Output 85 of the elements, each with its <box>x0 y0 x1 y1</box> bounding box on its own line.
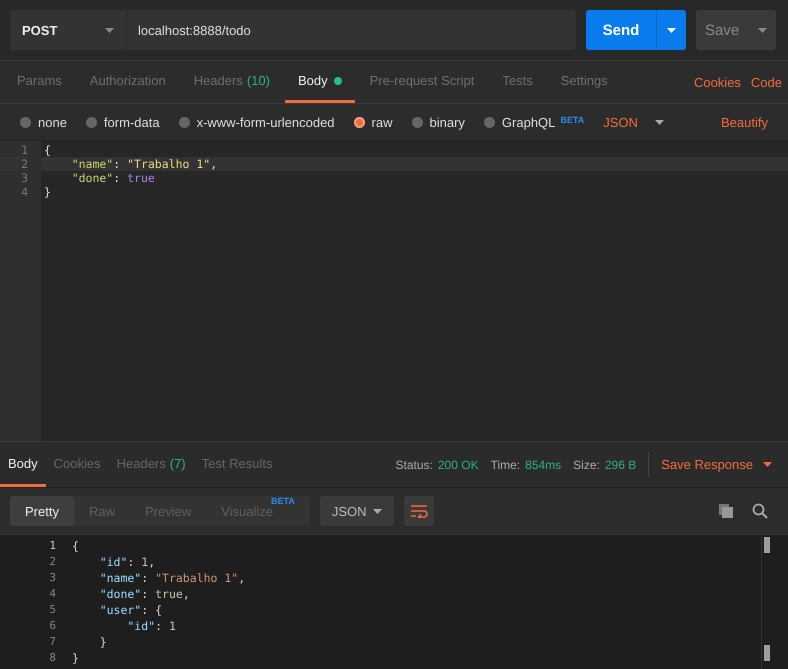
code-token: } <box>44 185 51 199</box>
line-number: 2 <box>0 157 28 171</box>
code-token: "done" <box>70 171 114 185</box>
code-token: , <box>210 157 218 171</box>
stat-value: 200 OK <box>438 458 479 472</box>
code-token: : <box>155 619 164 633</box>
code-token: } <box>98 635 107 649</box>
code-token: : { <box>141 603 162 617</box>
caret-icon <box>763 462 772 467</box>
method-dropdown[interactable]: POST <box>10 10 126 50</box>
code-token: : <box>127 555 136 569</box>
request-tab[interactable]: Pre-request Script <box>356 61 488 103</box>
line-number: 8 <box>48 650 56 666</box>
request-tab[interactable]: Body <box>284 61 355 103</box>
code-token: "id" <box>126 619 156 633</box>
response-tab[interactable]: Headers (7) <box>108 442 194 487</box>
line-number: 1 <box>48 538 56 554</box>
code-token: 1 <box>168 619 176 633</box>
copy-icon[interactable] <box>718 503 734 519</box>
code-token: true <box>155 587 183 601</box>
save-button[interactable]: Save <box>696 10 776 50</box>
line-number: 5 <box>48 602 56 618</box>
code-token: true <box>127 171 155 185</box>
line-number: 1 <box>20 143 28 157</box>
code-token: "Trabalho 1" <box>155 571 238 585</box>
request-tab[interactable]: Settings <box>548 61 621 103</box>
code-token: : <box>141 571 150 585</box>
code-token: { <box>72 539 79 553</box>
search-icon[interactable] <box>752 503 768 519</box>
view-mode-tab[interactable]: Pretty <box>10 496 74 526</box>
line-number: 2 <box>48 554 56 570</box>
code-token: "name" <box>98 571 142 585</box>
code-token: "Trabalho 1" <box>127 157 210 171</box>
caret-icon <box>372 508 382 514</box>
code-token: "done" <box>98 587 142 601</box>
request-tab[interactable]: Headers (10) <box>180 61 283 103</box>
body-type-radio[interactable]: binary <box>412 114 465 130</box>
send-button[interactable]: Send <box>586 10 656 50</box>
code-token: : <box>141 587 150 601</box>
response-tab[interactable]: Body <box>0 442 46 487</box>
stat-label: Time: <box>490 458 520 472</box>
code-token: } <box>72 651 79 665</box>
format-dropdown[interactable]: JSON <box>603 114 664 130</box>
caret-icon <box>654 120 664 124</box>
line-number: 3 <box>48 570 56 586</box>
stat-label: Status: <box>396 458 433 472</box>
stat-label: Size: <box>573 458 600 472</box>
caret-icon <box>667 28 676 32</box>
save-response-button[interactable]: Save Response <box>661 442 772 487</box>
format-dropdown[interactable]: JSON <box>320 496 394 526</box>
body-type-radio[interactable]: none <box>20 114 67 130</box>
body-type-radio[interactable]: x-www-form-urlencoded <box>178 114 335 130</box>
code-token: "name" <box>70 157 114 171</box>
code-token: , <box>238 571 246 585</box>
stat-value: 854ms <box>525 458 562 472</box>
line-number: 4 <box>20 185 28 199</box>
caret-icon <box>105 28 114 32</box>
url-field[interactable]: localhost:8888/todo <box>126 10 576 50</box>
code-token: : <box>113 171 122 185</box>
line-number: 3 <box>20 171 28 185</box>
header-link[interactable]: Cookies <box>684 61 741 103</box>
code-token: , <box>148 555 156 569</box>
stat-value: 296 B <box>604 458 636 472</box>
wrap-lines-button[interactable] <box>404 496 434 526</box>
code-token: 1 <box>141 555 148 569</box>
code-token: { <box>44 143 51 157</box>
caret-icon <box>758 28 767 32</box>
line-number: 4 <box>48 586 56 602</box>
request-tab[interactable]: Tests <box>489 61 546 103</box>
code-token: : <box>113 157 122 171</box>
code-token: "user" <box>98 603 142 617</box>
response-tab[interactable]: Test Results <box>194 442 280 487</box>
wrap-lines-icon <box>410 504 428 518</box>
response-tab[interactable]: Cookies <box>46 442 109 487</box>
code-token: "id" <box>98 555 128 569</box>
line-number: 7 <box>48 634 56 650</box>
body-type-radio[interactable]: GraphQL $^{BETA}$ <box>484 114 584 130</box>
line-number: 6 <box>48 618 56 634</box>
request-tab[interactable]: Authorization <box>76 61 179 103</box>
body-type-radio[interactable]: raw <box>354 114 392 130</box>
code-token: , <box>182 587 190 601</box>
body-type-radio[interactable]: form-data <box>86 114 160 130</box>
beautify-link[interactable]: Beautify <box>711 114 768 130</box>
request-tab[interactable]: Params <box>2 61 75 103</box>
header-link[interactable]: Code <box>740 61 782 103</box>
